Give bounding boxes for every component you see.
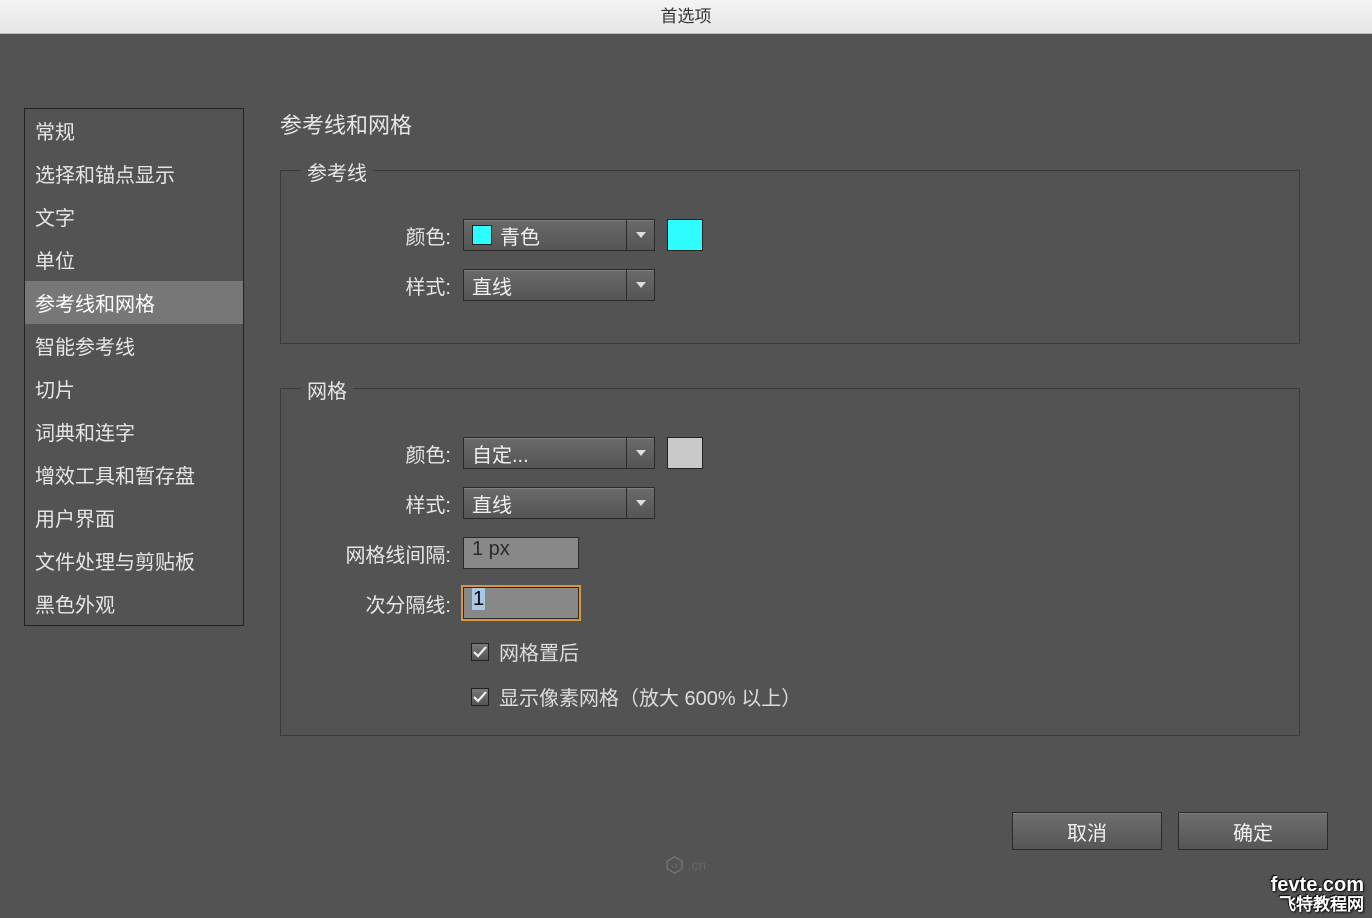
subdivisions-label: 次分隔线: (301, 589, 451, 618)
chevron-down-icon (626, 438, 654, 468)
sidebar-item-guides-grid[interactable]: 参考线和网格 (25, 281, 243, 324)
sidebar-item-plugins-scratch[interactable]: 增效工具和暂存盘 (25, 453, 243, 496)
guides-color-label: 颜色: (301, 221, 451, 250)
guides-style-dropdown[interactable]: 直线 (463, 269, 655, 301)
guides-legend: 参考线 (301, 157, 373, 186)
cancel-button[interactable]: 取消 (1012, 812, 1162, 850)
sidebar-item-smart-guides[interactable]: 智能参考线 (25, 324, 243, 367)
grid-color-dropdown[interactable]: 自定... (463, 437, 655, 469)
sidebar-item-type[interactable]: 文字 (25, 195, 243, 238)
svg-text:UI: UI (671, 863, 678, 870)
sidebar-item-hyphenation[interactable]: 词典和连字 (25, 410, 243, 453)
grid-style-label: 样式: (301, 489, 451, 518)
watermark: fevte.com 飞特教程网 (1271, 875, 1364, 914)
guides-style-label: 样式: (301, 271, 451, 300)
grid-style-dropdown[interactable]: 直线 (463, 487, 655, 519)
sidebar-item-user-interface[interactable]: 用户界面 (25, 496, 243, 539)
grid-color-label: 颜色: (301, 439, 451, 468)
guides-color-dropdown[interactable]: 青色 (463, 219, 655, 251)
sidebar-item-general[interactable]: 常规 (25, 109, 243, 152)
dialog-footer: 取消 确定 (1012, 812, 1328, 850)
ui-cn-logo: UI .cn (666, 856, 707, 874)
sidebar-item-selection-anchor[interactable]: 选择和锚点显示 (25, 152, 243, 195)
grid-style-value: 直线 (472, 489, 512, 518)
sidebar-item-slices[interactable]: 切片 (25, 367, 243, 410)
grid-color-swatch[interactable] (667, 437, 703, 469)
grid-legend: 网格 (301, 375, 353, 404)
main-panel: 参考线和网格 参考线 颜色: 青色 样式: 直线 (280, 108, 1300, 780)
sidebar-item-appearance-black[interactable]: 黑色外观 (25, 582, 243, 625)
ok-button[interactable]: 确定 (1178, 812, 1328, 850)
category-sidebar: 常规 选择和锚点显示 文字 单位 参考线和网格 智能参考线 切片 词典和连字 增… (24, 108, 244, 626)
grid-color-value: 自定... (472, 439, 529, 468)
grids-in-back-label: 网格置后 (499, 637, 579, 666)
chevron-down-icon (626, 220, 654, 250)
guides-style-value: 直线 (472, 271, 512, 300)
guides-color-dd-swatch (472, 225, 492, 245)
show-pixel-grid-checkbox[interactable] (471, 688, 489, 706)
guides-color-value: 青色 (500, 221, 540, 250)
chevron-down-icon (626, 270, 654, 300)
grid-group: 网格 颜色: 自定... 样式: 直线 (280, 388, 1300, 736)
preferences-dialog: 常规 选择和锚点显示 文字 单位 参考线和网格 智能参考线 切片 词典和连字 增… (0, 34, 1372, 918)
grids-in-back-checkbox[interactable] (471, 643, 489, 661)
sidebar-item-file-handling[interactable]: 文件处理与剪贴板 (25, 539, 243, 582)
page-title: 参考线和网格 (280, 108, 1300, 140)
chevron-down-icon (626, 488, 654, 518)
window-title: 首选项 (0, 0, 1372, 34)
sidebar-item-units[interactable]: 单位 (25, 238, 243, 281)
subdivisions-input[interactable]: 1 (463, 587, 579, 619)
hexagon-icon: UI (666, 856, 684, 874)
guides-group: 参考线 颜色: 青色 样式: 直线 (280, 170, 1300, 344)
gridline-every-input[interactable]: 1 px (463, 537, 579, 569)
gridline-every-label: 网格线间隔: (301, 539, 451, 568)
show-pixel-grid-label: 显示像素网格（放大 600% 以上） (499, 682, 801, 711)
guides-color-swatch[interactable] (667, 219, 703, 251)
